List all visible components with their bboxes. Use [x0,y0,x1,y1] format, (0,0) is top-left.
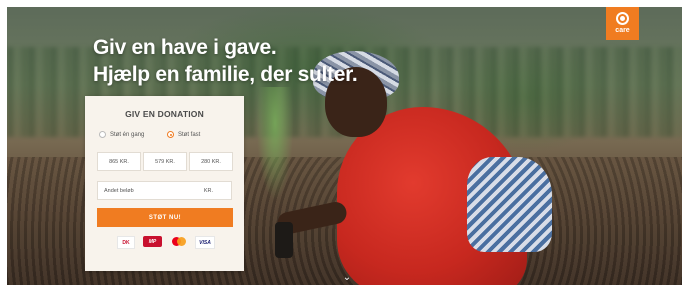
radio-one-time-icon [99,131,106,138]
radio-recurring-icon [167,131,174,138]
woman-patterned-skirt [467,157,552,252]
amount-option-579[interactable]: 579 KR. [143,152,187,171]
care-logo-icon [616,12,629,25]
care-logo[interactable]: care [606,7,639,40]
radio-one-time[interactable]: Støt én gang [99,131,144,138]
dankort-text: DK [122,239,130,246]
amount-label: 280 KR. [201,158,221,165]
donate-button[interactable]: STØT NU! [97,208,233,227]
visa-text: VISA [199,239,211,246]
headline-line-2: Hjælp en familie, der sulter. [93,63,358,86]
amount-label: 865 KR. [109,158,129,165]
donation-title: GIV EN DONATION [125,109,204,119]
mastercard-icon [170,236,188,247]
mobilepay-text: MP [148,238,157,245]
hero-headline: Giv en have i gave. Hjælp en familie, de… [93,34,358,88]
amount-option-865[interactable]: 865 KR. [97,152,141,171]
amount-label: 579 KR. [155,158,175,165]
visa-icon: VISA [195,236,215,249]
other-amount-input[interactable]: Andet beløb KR. [97,181,232,200]
radio-recurring-label: Støt fast [178,131,201,138]
radio-one-time-label: Støt én gang [110,131,145,138]
care-logo-text: care [615,27,630,34]
dankort-icon: DK [117,236,135,249]
donate-button-label: STØT NU! [148,214,182,221]
amount-option-280[interactable]: 280 KR. [189,152,233,171]
currency-label: KR. [203,188,213,194]
other-amount-label: Andet beløb [104,188,134,194]
mobilepay-icon: MP [143,236,162,247]
radio-recurring[interactable]: Støt fast [167,131,200,138]
plant-pot [275,222,293,258]
headline-line-1: Giv en have i gave. [93,36,277,59]
scroll-down-icon[interactable]: ⌄ [340,273,354,283]
tree-sapling [255,87,295,207]
